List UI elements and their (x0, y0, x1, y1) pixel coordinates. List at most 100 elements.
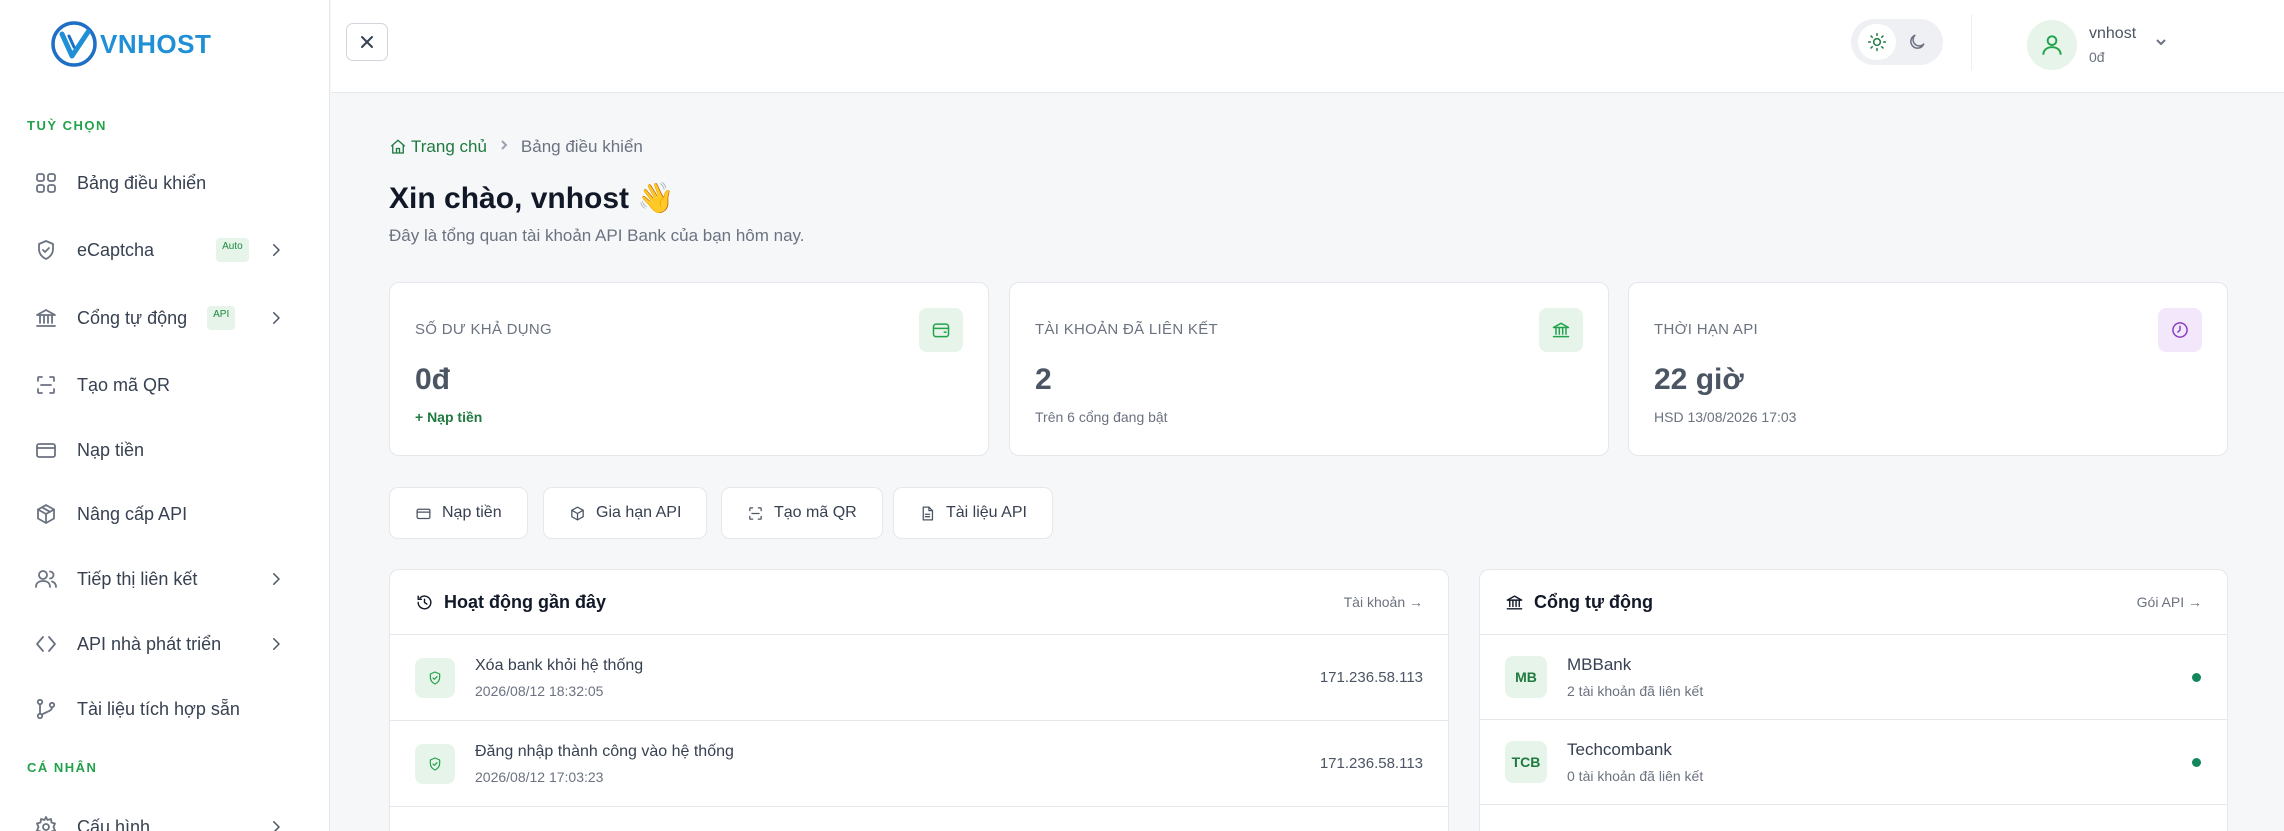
logo-icon (51, 21, 97, 67)
bank-name: Techcombank (1567, 740, 1672, 759)
wallet-icon (932, 323, 950, 338)
sidebar-item-settings[interactable]: Cấu hình (27, 805, 297, 831)
stat-foot: Trên 6 cổng đang bật (1035, 409, 1168, 425)
sidebar-item-gateway[interactable]: Cổng tự động API (27, 296, 297, 340)
stat-value: 2 (1035, 363, 1052, 396)
home-icon (390, 139, 406, 154)
activity-time: 2026/08/12 17:03:23 (475, 768, 604, 785)
chevron-right-icon (267, 818, 285, 831)
activity-row[interactable]: Đăng nhập thành công vào hệ thống 2026/0… (390, 721, 1448, 807)
chevron-right-icon (267, 241, 285, 259)
bank-icon (1506, 594, 1523, 610)
qr-scan-icon (749, 506, 762, 520)
top-bar: vnhost 0đ (331, 0, 2284, 93)
user-menu[interactable]: vnhost 0đ (2027, 20, 2168, 70)
shield-check-icon (415, 743, 455, 784)
create-qr-button[interactable]: Tạo mã QR (721, 487, 883, 539)
quick-action-label: Tài liệu API (946, 504, 1027, 521)
accounts-link[interactable]: Tài khoản → (1344, 594, 1423, 610)
sidebar-item-affiliate[interactable]: Tiếp thị liên kết (27, 557, 297, 601)
git-branch-icon (33, 696, 59, 722)
brand-logo[interactable]: VNHOST (50, 20, 211, 68)
bank-icon (33, 305, 59, 331)
chevron-down-icon (2154, 35, 2168, 54)
breadcrumb-home[interactable]: Trang chủ (389, 137, 487, 157)
close-icon (361, 36, 373, 48)
breadcrumb-current: Bảng điều khiển (520, 137, 643, 156)
topup-link[interactable]: + Nạp tiền (415, 409, 482, 425)
stat-card-linked-accounts: TÀI KHOẢN ĐÃ LIÊN KẾT 2 Trên 6 cổng đang… (1009, 282, 1609, 456)
panel-header: Cổng tự động Gói API → (1480, 570, 2227, 635)
gateway-row[interactable]: TCB Techcombank 0 tài khoản đã liên kết (1480, 720, 2227, 805)
close-sidebar-button[interactable] (346, 23, 388, 61)
bank-linked-count: 2 tài khoản đã liên kết (1567, 683, 1704, 699)
sun-icon (1867, 32, 1887, 52)
history-icon (417, 594, 432, 609)
code-icon (33, 631, 59, 657)
avatar (2027, 20, 2077, 70)
users-icon (33, 566, 59, 592)
auto-badge: Auto (216, 238, 249, 262)
sidebar-item-label: eCaptcha (77, 239, 155, 260)
sidebar-item-label: API nhà phát triển (77, 633, 222, 654)
breadcrumb-home-label: Trang chủ (411, 137, 487, 156)
sidebar-item-ecaptcha[interactable]: eCaptcha Auto (27, 228, 297, 272)
panel-title: Hoạt động gần đây (444, 591, 606, 612)
api-plans-link[interactable]: Gói API → (2137, 594, 2202, 610)
clock-icon (2172, 322, 2188, 338)
activity-row[interactable]: Xóa bank khỏi hệ thống 2026/08/12 18:32:… (390, 635, 1448, 721)
stat-value: 0đ (415, 363, 451, 396)
bank-linked-count: 0 tài khoản đã liên kết (1567, 768, 1704, 784)
stat-icon-box (919, 308, 963, 352)
page-title: Xin chào, vnhost 👋 (389, 182, 675, 215)
qr-scan-icon (33, 372, 59, 398)
credit-card-icon (416, 508, 431, 519)
light-theme-button[interactable] (1858, 24, 1896, 60)
sidebar-item-label: Cổng tự động (77, 307, 188, 328)
sidebar-item-label: Tạo mã QR (77, 374, 171, 395)
sidebar-item-dashboard[interactable]: Bảng điều khiển (27, 161, 297, 205)
user-name: vnhost (2089, 25, 2137, 42)
sidebar-item-label: Tài liệu tích hợp sẵn (77, 698, 240, 719)
quick-action-label: Nạp tiền (442, 504, 502, 521)
sidebar-item-integration-docs[interactable]: Tài liệu tích hợp sẵn (27, 687, 297, 731)
sidebar-item-label: Tiếp thị liên kết (77, 568, 198, 589)
bank-logo: TCB (1505, 741, 1547, 783)
sidebar-item-developer-api[interactable]: API nhà phát triển (27, 622, 297, 666)
sidebar-item-topup[interactable]: Nạp tiền (27, 428, 297, 472)
stat-icon-box (1539, 308, 1583, 352)
sidebar-item-label: Bảng điều khiển (77, 172, 207, 193)
topup-button[interactable]: Nạp tiền (389, 487, 528, 539)
breadcrumb: Trang chủ Bảng điều khiển (389, 137, 643, 157)
sidebar-item-qr[interactable]: Tạo mã QR (27, 363, 297, 407)
stat-value: 22 giờ (1654, 363, 1744, 396)
chevron-right-icon (487, 137, 521, 157)
stat-foot: HSD 13/08/2026 17:03 (1654, 409, 1797, 425)
package-icon (571, 505, 584, 521)
chevron-right-icon (267, 309, 285, 327)
sidebar-item-label: Cấu hình (77, 816, 151, 831)
bank-logo: MB (1505, 656, 1547, 698)
brand-name: VNHOST (100, 28, 212, 59)
gateway-row[interactable]: MB MBBank 2 tài khoản đã liên kết (1480, 635, 2227, 720)
header-divider (1971, 14, 1972, 70)
renew-api-button[interactable]: Gia hạn API (543, 487, 708, 539)
stat-icon-box (2158, 308, 2202, 352)
quick-action-label: Tạo mã QR (774, 504, 857, 521)
section-label-personal: CÁ NHÂN (27, 760, 98, 775)
sidebar-item-label: Nạp tiền (77, 439, 145, 460)
api-docs-button[interactable]: Tài liệu API (893, 487, 1053, 539)
panel-header: Hoạt động gần đây Tài khoản → (390, 570, 1448, 635)
panel-title: Cổng tự động (1534, 591, 1653, 612)
user-icon (2042, 35, 2062, 55)
stat-label: THỜI HẠN API (1654, 321, 1758, 338)
status-dot (2192, 672, 2201, 682)
activity-title: Đăng nhập thành công vào hệ thống (475, 742, 734, 760)
theme-toggle (1851, 19, 1943, 65)
dark-theme-button[interactable] (1898, 24, 1936, 60)
stat-label: TÀI KHOẢN ĐÃ LIÊN KẾT (1035, 321, 1219, 338)
sidebar-item-label: Nâng cấp API (77, 503, 188, 524)
sidebar-item-upgrade[interactable]: Nâng cấp API (27, 492, 297, 536)
stat-label: SỐ DƯ KHẢ DỤNG (415, 321, 553, 338)
bank-icon (1552, 322, 1570, 338)
